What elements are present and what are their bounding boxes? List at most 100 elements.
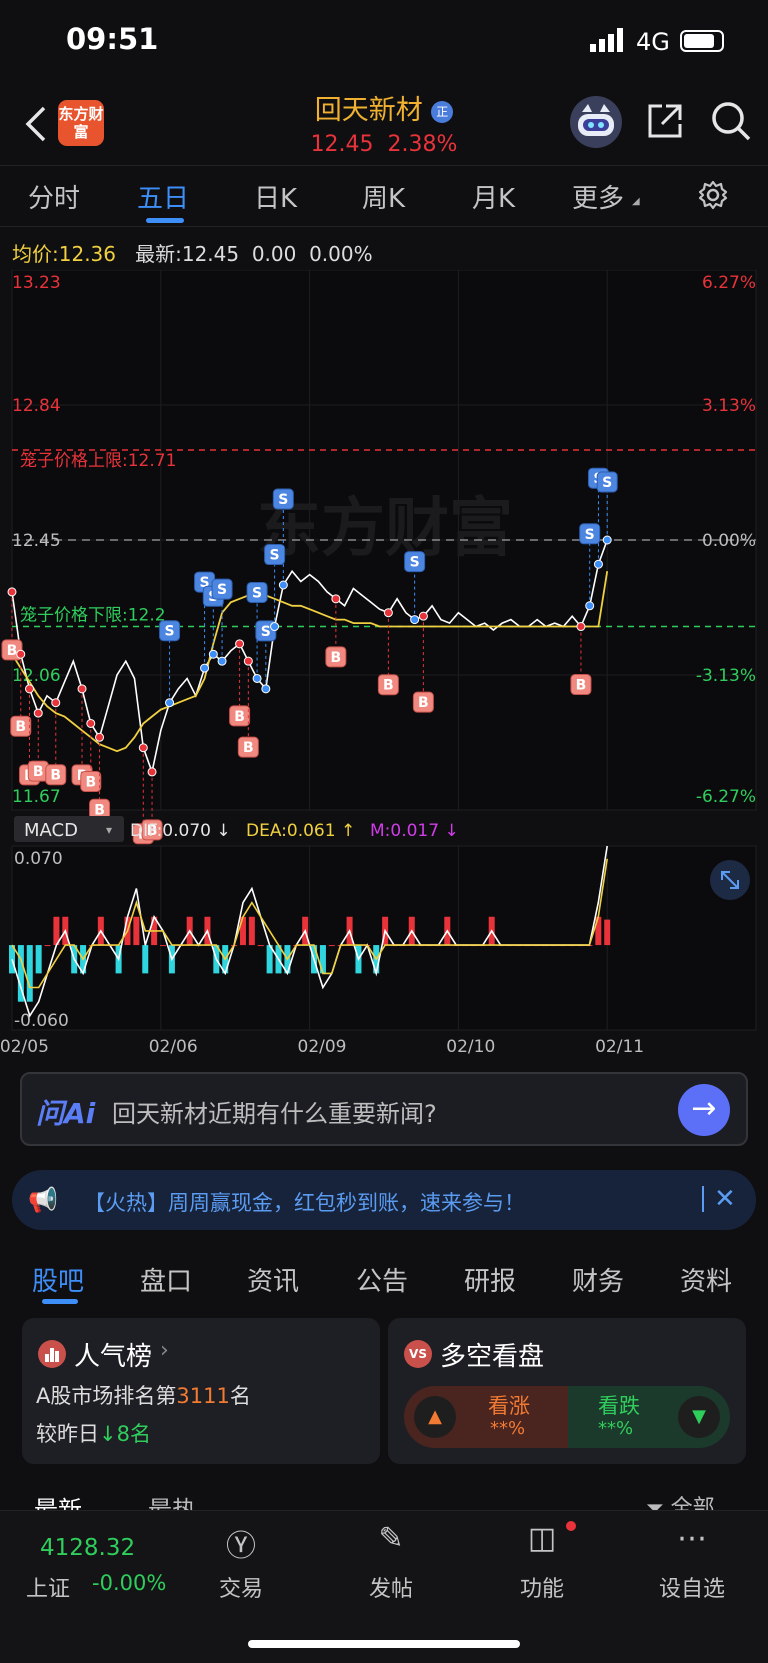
- content-tabs: 股吧 盘口 资讯 公告 研报 财务 资料: [0, 1245, 768, 1309]
- macd-histogram-bar: [160, 945, 167, 947]
- tab-monthly-k[interactable]: 月K: [472, 178, 515, 215]
- share-icon[interactable]: [646, 102, 684, 140]
- trade-point: [235, 639, 245, 649]
- chart-period-tabs: 分时 五日 日K 周K 月K 更多 ◢: [0, 165, 768, 227]
- rank-number: 3111: [176, 1384, 230, 1408]
- buy-marker-label: B: [85, 774, 96, 790]
- signal-icon: [590, 28, 623, 52]
- trade-point: [16, 649, 26, 659]
- macd-histogram-bar: [35, 945, 42, 974]
- notification-dot: [566, 1521, 576, 1531]
- buy-marker-label: B: [50, 768, 61, 784]
- sentiment-title: 多空看盘: [440, 1342, 545, 1372]
- macd-tick-bottom: -0.060: [14, 1011, 69, 1031]
- ai-send-arrow-icon[interactable]: →: [678, 1084, 730, 1136]
- promo-notice-text[interactable]: 【火热】周周赢现金，红包秒到账，速来参与！: [84, 1187, 525, 1217]
- close-icon[interactable]: ✕: [714, 1184, 736, 1214]
- price-tick-right: 6.27%: [702, 273, 756, 293]
- tab-announcements[interactable]: 公告: [356, 1261, 408, 1298]
- trade-point: [208, 649, 218, 659]
- trade-point: [252, 673, 262, 683]
- popularity-card[interactable]: 人气榜 › A股市场排名第3111名 较昨日↓8名: [22, 1318, 380, 1464]
- buy-marker-label: B: [243, 740, 254, 756]
- macd-histogram-bar: [257, 945, 264, 947]
- tab-five-day[interactable]: 五日: [137, 178, 189, 215]
- buy-marker-label: B: [234, 709, 245, 725]
- tab-news[interactable]: 资讯: [247, 1261, 299, 1298]
- bear-value: **%: [598, 1418, 634, 1439]
- trade-point: [576, 622, 586, 632]
- tab-daily-k[interactable]: 日K: [254, 178, 297, 215]
- robot-avatar-icon[interactable]: [568, 94, 624, 150]
- trade-point: [418, 611, 428, 621]
- active-content-tab-indicator: [42, 1299, 78, 1304]
- sell-marker-label: S: [585, 527, 595, 543]
- rank-chart-icon: [38, 1340, 66, 1368]
- search-icon[interactable]: [710, 100, 752, 142]
- price-tick-right: -6.27%: [696, 787, 756, 807]
- rank-change: 较昨日↓8名: [36, 1418, 151, 1448]
- tab-finance[interactable]: 财务: [572, 1261, 624, 1298]
- trade-yen-icon[interactable]: Ⓨ: [181, 1521, 301, 1565]
- ai-icon: 问Ai: [36, 1097, 96, 1130]
- sell-marker-label: S: [252, 585, 262, 601]
- trade-point: [200, 663, 210, 673]
- ai-prompt-text[interactable]: 回天新材近期有什么重要新闻?: [112, 1094, 437, 1129]
- trade-point: [95, 732, 105, 742]
- bull-button[interactable]: ▲ 看涨 **%: [404, 1386, 568, 1448]
- functions-grid-icon[interactable]: ◫: [482, 1521, 602, 1556]
- trade-point: [7, 587, 17, 597]
- network-type: 4G: [636, 28, 670, 56]
- macd-histogram-bar: [328, 945, 335, 947]
- index-value[interactable]: 4128.32: [40, 1535, 135, 1561]
- price-tick-right: 0.00%: [702, 531, 756, 551]
- tab-weekly-k[interactable]: 周K: [362, 178, 405, 215]
- tab-more[interactable]: 更多: [572, 178, 624, 215]
- tab-intraday[interactable]: 分时: [28, 178, 80, 215]
- quote-summary: 均价:12.36 最新:12.45 0.00 0.00%: [12, 238, 373, 267]
- settings-gear-icon[interactable]: [698, 180, 728, 210]
- buy-marker-label: B: [576, 678, 587, 694]
- buy-marker-label: B: [15, 719, 26, 735]
- tab-profile[interactable]: 资料: [680, 1261, 732, 1298]
- status-bar: 09:51 4G: [0, 0, 768, 82]
- price-tick-left: 12.45: [12, 531, 61, 551]
- macd-histogram-bar: [248, 916, 255, 946]
- rank-prefix: A股市场排名第: [36, 1384, 177, 1408]
- price-chart[interactable]: 东方财富 笼子价格上限:12.71 笼子价格下限:12.2 13.23 12.84 12.…: [0, 270, 768, 1060]
- trade-point: [261, 684, 271, 694]
- stock-name: 回天新材: [314, 95, 423, 126]
- home-indicator: [248, 1640, 520, 1648]
- bear-button[interactable]: 看跌 **% ▼: [568, 1386, 730, 1448]
- sell-marker-label: S: [217, 582, 227, 598]
- nav-functions[interactable]: 功能: [482, 1571, 602, 1603]
- price-tick-left: 13.23: [12, 273, 61, 293]
- sell-marker-label: S: [165, 624, 175, 640]
- watchlist-dots-icon[interactable]: ⋯: [632, 1521, 752, 1556]
- notice-divider: [702, 1186, 704, 1212]
- index-change[interactable]: -0.00%: [92, 1571, 166, 1595]
- x-tick-label: 02/06: [149, 1037, 198, 1057]
- nav-add-watchlist[interactable]: 设自选: [632, 1571, 752, 1603]
- market-rank: A股市场排名第3111名: [36, 1380, 251, 1410]
- stock-price: 12.45: [310, 132, 374, 157]
- buy-marker-label: B: [33, 764, 44, 780]
- post-pencil-icon[interactable]: ✎: [331, 1521, 451, 1556]
- trade-point: [138, 743, 148, 753]
- trade-point: [585, 601, 595, 611]
- latest-label: 最新:: [135, 242, 182, 266]
- tab-research[interactable]: 研报: [464, 1261, 516, 1298]
- buy-marker-label: B: [418, 695, 429, 711]
- trade-point: [602, 535, 612, 545]
- index-name[interactable]: 上证: [26, 1571, 70, 1603]
- sell-marker-label: S: [410, 555, 420, 571]
- megaphone-icon: 📢: [28, 1186, 58, 1214]
- tab-pankou[interactable]: 盘口: [140, 1261, 192, 1298]
- macd-histogram-bar: [133, 916, 140, 946]
- trade-point: [77, 684, 87, 694]
- nav-post[interactable]: 发帖: [331, 1571, 451, 1603]
- price-tick-left: 11.67: [12, 787, 61, 807]
- tab-guba[interactable]: 股吧: [32, 1261, 84, 1298]
- stock-change-pct: 2.38%: [387, 132, 458, 157]
- nav-trade[interactable]: 交易: [181, 1571, 301, 1603]
